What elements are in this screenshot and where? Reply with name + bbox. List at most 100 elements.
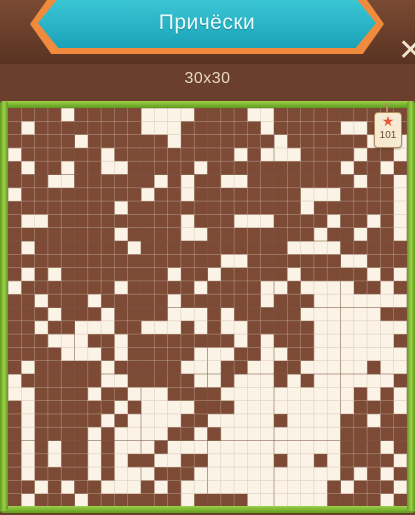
filled-cell[interactable] [220,121,235,135]
filled-cell[interactable] [393,374,407,388]
filled-cell[interactable] [101,227,115,242]
filled-cell[interactable] [287,347,301,361]
filled-cell[interactable] [21,174,35,189]
filled-cell[interactable] [367,227,381,242]
filled-cell[interactable] [207,161,222,175]
filled-cell[interactable] [34,254,49,268]
filled-cell[interactable] [141,347,155,361]
filled-cell[interactable] [380,254,394,268]
filled-cell[interactable] [87,241,102,255]
filled-cell[interactable] [8,427,22,441]
filled-cell[interactable] [247,307,261,322]
filled-cell[interactable] [87,121,102,135]
filled-cell[interactable] [8,413,22,428]
filled-cell[interactable] [260,227,275,242]
filled-cell[interactable] [300,108,315,122]
filled-cell[interactable] [167,174,182,189]
filled-cell[interactable] [353,280,368,295]
filled-cell[interactable] [101,453,115,468]
filled-cell[interactable] [127,334,142,348]
filled-cell[interactable] [21,334,35,348]
filled-cell[interactable] [154,241,168,255]
filled-cell[interactable] [313,453,328,468]
filled-cell[interactable] [194,493,208,507]
filled-cell[interactable] [327,121,341,135]
filled-cell[interactable] [274,214,288,228]
filled-cell[interactable] [207,280,222,295]
filled-cell[interactable] [180,294,195,308]
filled-cell[interactable] [141,294,155,308]
filled-cell[interactable] [287,294,301,308]
filled-cell[interactable] [367,174,381,189]
filled-cell[interactable] [8,241,22,255]
filled-cell[interactable] [8,334,22,348]
filled-cell[interactable] [340,227,355,242]
filled-cell[interactable] [393,440,407,455]
filled-cell[interactable] [87,493,102,507]
filled-cell[interactable] [61,214,75,228]
filled-cell[interactable] [101,187,115,202]
filled-cell[interactable] [300,294,315,308]
filled-cell[interactable] [8,214,22,228]
filled-cell[interactable] [74,413,89,428]
filled-cell[interactable] [61,147,75,162]
filled-cell[interactable] [380,427,394,441]
filled-cell[interactable] [127,187,142,202]
filled-cell[interactable] [194,147,208,162]
filled-cell[interactable] [127,267,142,282]
filled-cell[interactable] [287,360,301,375]
filled-cell[interactable] [234,187,248,202]
filled-cell[interactable] [34,280,49,295]
filled-cell[interactable] [274,453,288,468]
filled-cell[interactable] [220,360,235,375]
filled-cell[interactable] [353,387,368,401]
filled-cell[interactable] [180,134,195,149]
filled-cell[interactable] [74,440,89,455]
filled-cell[interactable] [87,480,102,494]
filled-cell[interactable] [260,187,275,202]
filled-cell[interactable] [154,254,168,268]
filled-cell[interactable] [21,134,35,149]
filled-cell[interactable] [61,294,75,308]
filled-cell[interactable] [114,254,128,268]
filled-cell[interactable] [34,307,49,322]
filled-cell[interactable] [127,347,142,361]
filled-cell[interactable] [47,280,62,295]
filled-cell[interactable] [47,360,62,375]
filled-cell[interactable] [180,161,195,175]
filled-cell[interactable] [34,493,49,507]
filled-cell[interactable] [101,174,115,189]
filled-cell[interactable] [207,294,222,308]
filled-cell[interactable] [167,467,182,481]
filled-cell[interactable] [21,307,35,322]
filled-cell[interactable] [141,493,155,507]
filled-cell[interactable] [393,467,407,481]
filled-cell[interactable] [207,174,222,189]
filled-cell[interactable] [327,147,341,162]
filled-cell[interactable] [380,400,394,415]
filled-cell[interactable] [260,320,275,335]
filled-cell[interactable] [141,134,155,149]
filled-cell[interactable] [8,174,22,189]
filled-cell[interactable] [234,108,248,122]
filled-cell[interactable] [274,161,288,175]
filled-cell[interactable] [34,161,49,175]
filled-cell[interactable] [327,493,341,507]
filled-cell[interactable] [260,161,275,175]
filled-cell[interactable] [34,134,49,149]
filled-cell[interactable] [287,161,301,175]
filled-cell[interactable] [274,374,288,388]
filled-cell[interactable] [194,214,208,228]
filled-cell[interactable] [34,467,49,481]
filled-cell[interactable] [313,161,328,175]
filled-cell[interactable] [167,480,182,494]
filled-cell[interactable] [220,227,235,242]
filled-cell[interactable] [274,201,288,215]
filled-cell[interactable] [101,400,115,415]
filled-cell[interactable] [21,320,35,335]
filled-cell[interactable] [220,280,235,295]
filled-cell[interactable] [300,227,315,242]
filled-cell[interactable] [220,241,235,255]
filled-cell[interactable] [340,108,355,122]
filled-cell[interactable] [74,121,89,135]
